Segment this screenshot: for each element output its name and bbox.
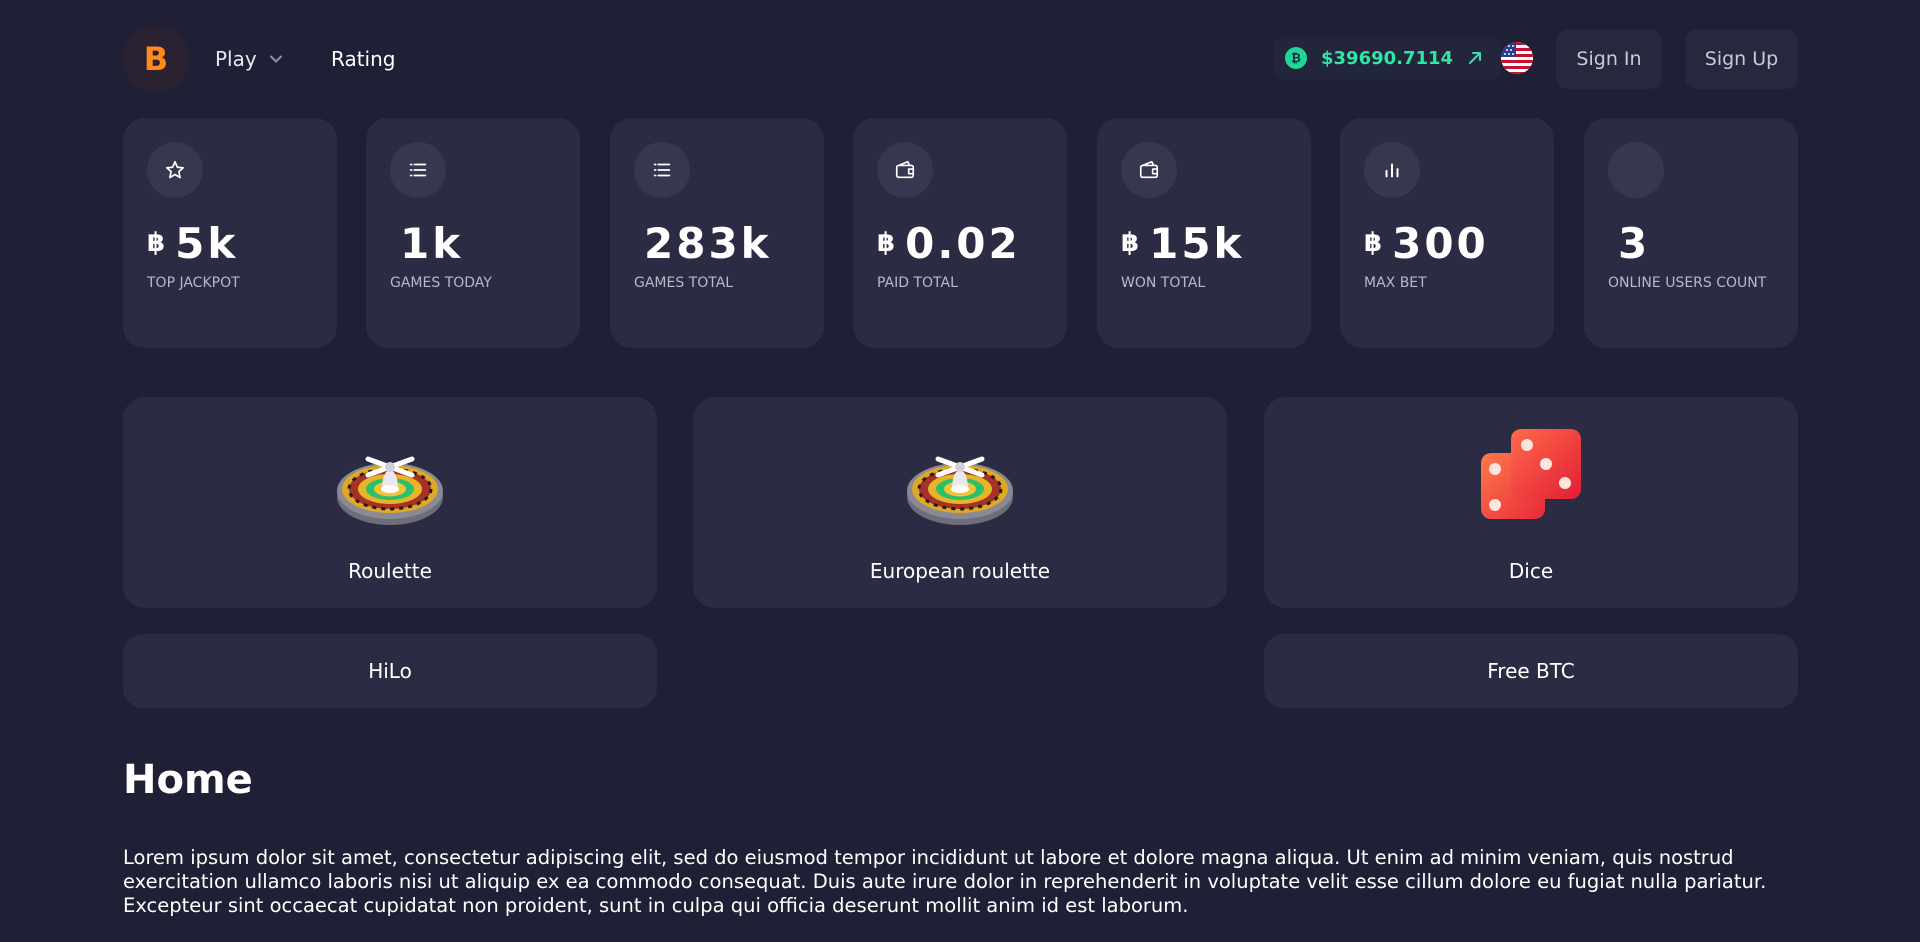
btc-price-value: $39690.7114 [1321,47,1454,69]
stat-value: 3 [1608,218,1650,268]
page-title: Home [123,757,253,803]
dice-icon [1481,429,1581,519]
wallet-icon [1121,142,1177,198]
list-icon [634,142,690,198]
stat-card-games-today: 1k GAMES TODAY [366,118,580,348]
stat-number: 5k [175,218,239,268]
game-button-free-btc[interactable]: Free BTC [1264,634,1798,708]
game-button-hilo[interactable]: HiLo [123,634,657,708]
nav-rating-label: Rating [331,47,396,71]
stat-card-won-total: ฿ 15k WON TOTAL [1097,118,1311,348]
stat-number: 283k [644,218,772,268]
roulette-icon [337,456,443,525]
btc-price-ticker[interactable]: ₿ $39690.7114 [1273,36,1502,80]
trend-up-arrow-icon [1469,52,1482,64]
chevron-down-icon [269,55,282,63]
stat-label: TOP JACKPOT [147,275,240,291]
stat-number: 1k [400,218,464,268]
sign-in-label: Sign In [1576,48,1642,70]
page: B Play Rating ₿ $39690.7114 Sign In Sign… [0,0,1920,942]
nav-play-label: Play [215,47,257,71]
stat-number: 3 [1618,218,1651,268]
stat-value: ฿ 15k [1121,218,1244,268]
sign-up-button[interactable]: Sign Up [1685,29,1798,89]
currency-symbol: ฿ [877,228,896,258]
game-card-dice[interactable]: Dice [1264,397,1798,608]
stat-label: GAMES TODAY [390,275,492,291]
stat-number: 0.02 [905,218,1021,268]
currency-symbol: ฿ [147,228,166,258]
currency-symbol: ฿ [1364,228,1383,258]
stat-card-games-total: 283k GAMES TOTAL [610,118,824,348]
stat-label: WON TOTAL [1121,275,1206,291]
stat-value: ฿ 300 [1364,218,1489,268]
blank-icon [1608,142,1664,198]
stat-value: 283k [634,218,772,268]
stat-card-paid-total: ฿ 0.02 PAID TOTAL [853,118,1067,348]
bar-chart-icon [1364,142,1420,198]
roulette-icon [907,456,1013,525]
stat-value: ฿ 5k [147,218,238,268]
nav-play-dropdown[interactable]: Play [215,26,283,92]
stat-label: MAX BET [1364,275,1427,291]
stat-value: 1k [390,218,463,268]
stat-label: GAMES TOTAL [634,275,734,291]
stat-label: ONLINE USERS COUNT [1608,275,1767,291]
game-name: Free BTC [1487,659,1575,683]
stat-value: ฿ 0.02 [877,218,1021,268]
game-name: HiLo [368,659,412,683]
stat-number: 300 [1392,218,1489,268]
game-card-roulette[interactable]: Roulette [123,397,657,608]
site-logo[interactable]: B [123,26,189,92]
currency-symbol: ฿ [1121,228,1140,258]
stat-label: PAID TOTAL [877,275,958,291]
list-icon [390,142,446,198]
game-name: Dice [1508,559,1554,583]
game-name: European roulette [869,559,1051,583]
sign-in-button[interactable]: Sign In [1556,29,1662,89]
stat-card-top-jackpot: ฿ 5k TOP JACKPOT [123,118,337,348]
wallet-icon [877,142,933,198]
game-card-european-roulette[interactable]: European roulette [693,397,1227,608]
sign-up-label: Sign Up [1704,48,1779,70]
stats-row: ฿ 5k TOP JACKPOT 1k GAMES TODAY 283k GAM… [123,118,1798,348]
top-header: B Play Rating ₿ $39690.7114 Sign In Sign… [123,26,1798,92]
logo-letter: B [143,40,169,78]
stat-card-online-users: 3 ONLINE USERS COUNT [1584,118,1798,348]
game-name: Roulette [348,559,432,583]
star-icon [147,142,203,198]
us-flag-icon[interactable] [1501,42,1533,74]
page-body-text: Lorem ipsum dolor sit amet, consectetur … [123,846,1767,917]
stat-number: 15k [1149,218,1245,268]
nav-rating-link[interactable]: Rating [331,26,395,92]
bitcoin-icon: ₿ [1285,47,1307,69]
stat-card-max-bet: ฿ 300 MAX BET [1340,118,1554,348]
